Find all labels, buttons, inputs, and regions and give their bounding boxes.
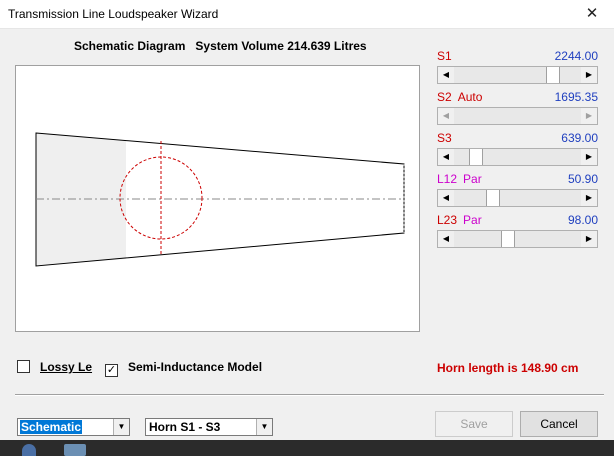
arrow-left-icon[interactable]: ◀ — [438, 190, 454, 206]
title-bar: Transmission Line Loudspeaker Wizard ✕ — [0, 0, 614, 29]
section-select-value: Horn S1 - S3 — [149, 420, 221, 434]
arrow-right-icon[interactable]: ▶ — [581, 149, 597, 165]
arrow-right-icon[interactable]: ▶ — [581, 190, 597, 206]
l23-scrollbar[interactable]: ◀ ▶ — [437, 230, 598, 248]
view-select[interactable]: Schematic ▼ — [17, 418, 130, 436]
arrow-right-icon: ▶ — [581, 108, 597, 124]
divider — [15, 394, 604, 396]
semi-inductance-checkbox[interactable]: ✓ — [105, 364, 118, 377]
l12-label: L12 Par — [437, 172, 482, 186]
s1-scrollbar[interactable]: ◀ ▶ — [437, 66, 598, 84]
s2-value: 1695.35 — [554, 90, 598, 104]
s3-scrollbar[interactable]: ◀ ▶ — [437, 148, 598, 166]
l23-value: 98.00 — [567, 213, 598, 227]
schematic-label: Schematic Diagram — [74, 39, 186, 53]
close-icon[interactable]: ✕ — [570, 0, 614, 28]
save-button[interactable]: Save — [435, 411, 513, 437]
l12-scroll-thumb[interactable] — [486, 190, 500, 206]
arrow-left-icon[interactable]: ◀ — [438, 149, 454, 165]
system-volume: System Volume 214.639 Litres — [195, 39, 367, 53]
l12-scrollbar[interactable]: ◀ ▶ — [437, 189, 598, 207]
semi-inductance-option[interactable]: ✓ Semi-Inductance Model — [105, 360, 262, 377]
s3-value: 639.00 — [561, 131, 598, 145]
arrow-left-icon: ◀ — [438, 108, 454, 124]
s2-scrollbar: ◀ ▶ — [437, 107, 598, 125]
s3-label: S3 — [437, 131, 452, 145]
s1-scroll-thumb[interactable] — [546, 67, 560, 83]
lossy-le-option[interactable]: Lossy Le — [17, 360, 92, 374]
arrow-left-icon[interactable]: ◀ — [438, 231, 454, 247]
arrow-left-icon[interactable]: ◀ — [438, 67, 454, 83]
taskbar-window-icon[interactable] — [64, 444, 86, 456]
window-title: Transmission Line Loudspeaker Wizard — [8, 7, 219, 21]
l12-value: 50.90 — [567, 172, 598, 186]
lossy-le-checkbox[interactable] — [17, 360, 30, 373]
cancel-button[interactable]: Cancel — [520, 411, 598, 437]
s2-label: S2 Auto — [437, 90, 483, 104]
s1-label: S1 — [437, 49, 452, 63]
chevron-down-icon[interactable]: ▼ — [256, 419, 272, 435]
chevron-down-icon[interactable]: ▼ — [113, 419, 129, 435]
l23-label: L23 Par — [437, 213, 482, 227]
s3-scroll-thumb[interactable] — [469, 149, 483, 165]
l23-scroll-thumb[interactable] — [501, 231, 515, 247]
view-select-value: Schematic — [20, 420, 83, 434]
s1-value: 2244.00 — [554, 49, 598, 63]
section-select[interactable]: Horn S1 - S3 ▼ — [145, 418, 273, 436]
taskbar-app-icon[interactable] — [22, 444, 36, 456]
arrow-right-icon[interactable]: ▶ — [581, 67, 597, 83]
arrow-right-icon[interactable]: ▶ — [581, 231, 597, 247]
page-title: Schematic Diagram System Volume 214.639 … — [74, 39, 367, 53]
horn-length-status: Horn length is 148.90 cm — [437, 361, 579, 375]
taskbar — [0, 440, 614, 456]
lossy-le-label: Lossy Le — [40, 360, 93, 374]
semi-inductance-label: Semi-Inductance Model — [128, 360, 263, 374]
schematic-diagram — [15, 65, 420, 332]
